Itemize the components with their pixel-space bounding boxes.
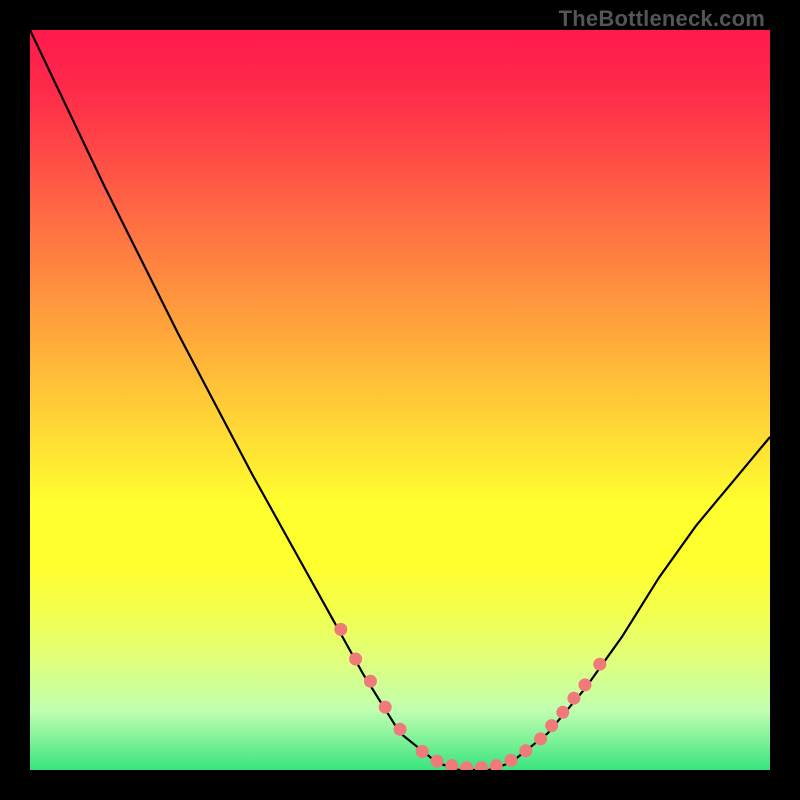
- curve-marker: [505, 754, 518, 767]
- curve-marker: [349, 653, 362, 666]
- curve-marker: [475, 761, 488, 770]
- curve-marker: [490, 759, 503, 770]
- curve-marker: [545, 719, 558, 732]
- curve-markers: [334, 623, 606, 770]
- curve-marker: [379, 701, 392, 714]
- curve-marker: [567, 692, 580, 705]
- curve-marker: [445, 759, 458, 770]
- chart-svg: [30, 30, 770, 770]
- curve-marker: [431, 755, 444, 768]
- curve-marker: [593, 658, 606, 671]
- bottleneck-curve: [30, 30, 770, 770]
- curve-marker: [394, 723, 407, 736]
- curve-marker: [460, 761, 473, 770]
- curve-marker: [364, 675, 377, 688]
- curve-marker: [534, 732, 547, 745]
- chart-plot-area: [30, 30, 770, 770]
- curve-marker: [334, 623, 347, 636]
- curve-marker: [416, 745, 429, 758]
- curve-marker: [519, 744, 532, 757]
- chart-outer-frame: TheBottleneck.com: [0, 0, 800, 800]
- curve-marker: [556, 706, 569, 719]
- curve-marker: [579, 678, 592, 691]
- watermark-text: TheBottleneck.com: [559, 6, 765, 32]
